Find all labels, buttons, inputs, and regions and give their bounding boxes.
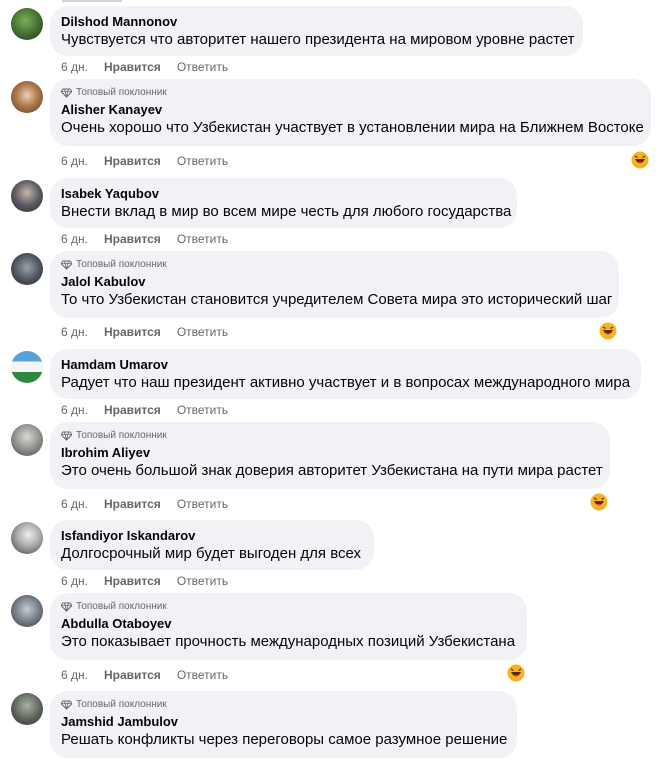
avatar[interactable]	[11, 595, 43, 627]
comment-text: Долгосрочный мир будет выгоден для всех	[61, 545, 362, 562]
comment-text: Это очень большой знак доверия авторитет…	[61, 462, 603, 479]
comment-time[interactable]: 6 дн.	[61, 154, 88, 168]
avatar[interactable]	[11, 424, 43, 456]
haha-reaction-icon[interactable]	[631, 151, 649, 169]
reply-button[interactable]: Ответить	[177, 403, 228, 417]
comment-text: Решать конфликты через переговоры самое …	[61, 731, 508, 748]
comment-bubble: Топовый поклонник Alisher Kanayev Очень …	[50, 79, 651, 146]
comment-author[interactable]: Alisher Kanayev	[61, 102, 639, 118]
comment-author[interactable]: Abdulla Otaboyev	[61, 616, 515, 632]
comment-text: Внести вклад в мир во всем мире честь дл…	[61, 203, 512, 220]
top-fan-badge: Топовый поклонник	[61, 698, 505, 711]
haha-reaction-icon[interactable]	[590, 493, 608, 511]
reply-button[interactable]: Ответить	[177, 497, 228, 511]
comment-bubble: Топовый поклонник Jamshid Jambulov Решат…	[50, 691, 517, 758]
badge-label: Топовый поклонник	[76, 430, 167, 441]
comment-actions: 6 дн. Нравится Ответить	[61, 668, 244, 682]
reply-button[interactable]: Ответить	[177, 325, 228, 339]
like-button[interactable]: Нравится	[104, 668, 161, 682]
avatar[interactable]	[11, 693, 43, 725]
comment-author[interactable]: Dilshod Mannonov	[61, 14, 571, 30]
comment-time[interactable]: 6 дн.	[61, 668, 88, 682]
comment-text: То что Узбекистан становится учредителем…	[61, 291, 613, 308]
comment-time[interactable]: 6 дн.	[61, 60, 88, 74]
comment-actions: 6 дн. Нравится Ответить	[61, 403, 244, 417]
badge-label: Топовый поклонник	[76, 87, 167, 98]
reply-button[interactable]: Ответить	[177, 668, 228, 682]
comment-bubble: Isfandiyor Iskandarov Долгосрочный мир б…	[50, 520, 374, 570]
comment-time[interactable]: 6 дн.	[61, 497, 88, 511]
reply-button[interactable]: Ответить	[177, 154, 228, 168]
previous-comment-edge	[62, 0, 122, 2]
comment-text: Радует что наш президент активно участву…	[61, 374, 631, 391]
comment-actions: 6 дн. Нравится Ответить	[61, 232, 244, 246]
diamond-icon	[61, 602, 72, 612]
comment-bubble: Топовый поклонник Abdulla Otaboyev Это п…	[50, 593, 527, 660]
like-button[interactable]: Нравится	[104, 574, 161, 588]
comment-time[interactable]: 6 дн.	[61, 403, 88, 417]
comment-time[interactable]: 6 дн.	[61, 574, 88, 588]
avatar[interactable]	[11, 351, 43, 383]
comment-text: Очень хорошо что Узбекистан участвует в …	[61, 119, 644, 136]
top-fan-badge: Топовый поклонник	[61, 600, 515, 613]
diamond-icon	[61, 431, 72, 441]
top-fan-badge: Топовый поклонник	[61, 86, 639, 99]
like-button[interactable]: Нравится	[104, 60, 161, 74]
avatar[interactable]	[11, 180, 43, 212]
reply-button[interactable]: Ответить	[177, 574, 228, 588]
comment-author[interactable]: Jalol Kabulov	[61, 274, 607, 290]
comment-author[interactable]: Isabek Yaqubov	[61, 186, 505, 202]
comment-actions: 6 дн. Нравится Ответить	[61, 154, 244, 168]
avatar[interactable]	[11, 81, 43, 113]
comment-bubble: Isabek Yaqubov Внести вклад в мир во все…	[50, 178, 517, 228]
comment-text: Чувствуется что авторитет нашего президе…	[61, 31, 575, 48]
comment-time[interactable]: 6 дн.	[61, 232, 88, 246]
comment-author[interactable]: Jamshid Jambulov	[61, 714, 505, 730]
comment-actions: 6 дн. Нравится Ответить	[61, 325, 244, 339]
avatar[interactable]	[11, 253, 43, 285]
like-button[interactable]: Нравится	[104, 325, 161, 339]
comment-author[interactable]: Isfandiyor Iskandarov	[61, 528, 362, 544]
reply-button[interactable]: Ответить	[177, 60, 228, 74]
badge-label: Топовый поклонник	[76, 259, 167, 270]
like-button[interactable]: Нравится	[104, 403, 161, 417]
comment-author[interactable]: Hamdam Umarov	[61, 357, 629, 373]
comment-author[interactable]: Ibrohim Aliyev	[61, 445, 598, 461]
diamond-icon	[61, 700, 72, 710]
like-button[interactable]: Нравится	[104, 497, 161, 511]
haha-reaction-icon[interactable]	[507, 664, 525, 682]
top-fan-badge: Топовый поклонник	[61, 258, 607, 271]
reply-button[interactable]: Ответить	[177, 232, 228, 246]
comment-time[interactable]: 6 дн.	[61, 325, 88, 339]
comment-bubble: Dilshod Mannonov Чувствуется что авторит…	[50, 6, 583, 56]
like-button[interactable]: Нравится	[104, 232, 161, 246]
diamond-icon	[61, 88, 72, 98]
comment-actions: 6 дн. Нравится Ответить	[61, 497, 244, 511]
avatar[interactable]	[11, 522, 43, 554]
comment-text: Это показывает прочность международных п…	[61, 633, 516, 650]
comment-actions: 6 дн. Нравится Ответить	[61, 60, 244, 74]
haha-reaction-icon[interactable]	[599, 322, 617, 340]
comment-actions: 6 дн. Нравится Ответить	[61, 574, 244, 588]
badge-label: Топовый поклонник	[76, 699, 167, 710]
comment-bubble: Топовый поклонник Ibrohim Aliyev Это оче…	[50, 422, 610, 489]
like-button[interactable]: Нравится	[104, 154, 161, 168]
avatar[interactable]	[11, 8, 43, 40]
comment-bubble: Hamdam Umarov Радует что наш президент а…	[50, 349, 641, 399]
comment-bubble: Топовый поклонник Jalol Kabulov То что У…	[50, 251, 619, 318]
diamond-icon	[61, 260, 72, 270]
badge-label: Топовый поклонник	[76, 601, 167, 612]
top-fan-badge: Топовый поклонник	[61, 429, 598, 442]
